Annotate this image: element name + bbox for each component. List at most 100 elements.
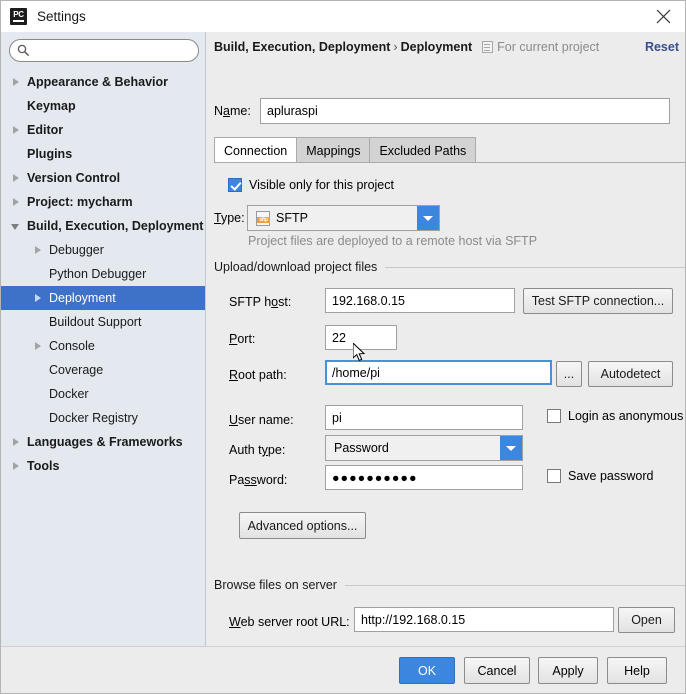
for-current-project-label: For current project	[497, 40, 600, 54]
chevron-down-icon[interactable]	[11, 221, 22, 232]
user-name-input[interactable]	[325, 405, 523, 430]
root-path-input[interactable]	[325, 360, 552, 385]
user-name-label: User name:	[229, 413, 294, 427]
reset-link[interactable]: Reset	[645, 40, 679, 54]
sidebar-item-editor[interactable]: Editor	[1, 118, 205, 142]
autodetect-button[interactable]: Autodetect	[588, 361, 673, 387]
settings-content: Build, Execution, Deployment › Deployment …	[207, 32, 685, 646]
web-server-root-url-input[interactable]	[354, 607, 614, 632]
visible-only-checkbox[interactable]: Visible only for this project	[221, 178, 394, 192]
port-label: Port:	[229, 332, 256, 346]
breadcrumb-bar: Build, Execution, Deployment › Deployment …	[207, 32, 685, 62]
sidebar-item-coverage[interactable]: Coverage	[1, 358, 205, 382]
cancel-button[interactable]: Cancel	[464, 657, 530, 684]
login-anonymous-checkbox[interactable]: Login as anonymous	[540, 409, 683, 423]
tab-excluded-paths[interactable]: Excluded Paths	[369, 137, 477, 163]
chevron-right-icon[interactable]	[33, 341, 44, 352]
sidebar-item-keymap[interactable]: Keymap	[1, 94, 205, 118]
chevron-right-icon[interactable]	[33, 293, 44, 304]
chevron-right-icon[interactable]	[11, 125, 22, 136]
auth-type-label: Auth type:	[229, 443, 286, 457]
search-box	[9, 39, 199, 62]
sidebar-item-python-debugger[interactable]: Python Debugger	[1, 262, 205, 286]
sidebar-item-tools[interactable]: Tools	[1, 454, 205, 478]
sidebar-item-languages-frameworks[interactable]: Languages & Frameworks	[1, 430, 205, 454]
sidebar-item-build-execution-deployment[interactable]: Build, Execution, Deployment	[1, 214, 205, 238]
checkbox-box	[547, 409, 561, 423]
auth-type-dropdown[interactable]: Password	[325, 435, 523, 461]
tab-underline	[214, 162, 685, 163]
upload-group-header: Upload/download project files	[214, 260, 685, 274]
name-row: Name:	[214, 98, 670, 124]
sidebar-item-label: Python Debugger	[49, 267, 147, 281]
search-input[interactable]	[9, 39, 199, 62]
password-input[interactable]	[325, 465, 523, 490]
dialog-footer: OK Cancel Apply Help	[1, 646, 685, 693]
name-input[interactable]	[260, 98, 670, 124]
chevron-right-icon[interactable]	[11, 173, 22, 184]
settings-dialog: PC Settings Appearance & Behavior Keymap E…	[0, 0, 686, 694]
type-label: Type:	[214, 211, 245, 225]
sidebar-item-plugins[interactable]: Plugins	[1, 142, 205, 166]
sidebar-item-deployment[interactable]: Deployment	[1, 286, 205, 310]
sidebar-item-label: Deployment	[49, 291, 116, 305]
sidebar-item-label: Appearance & Behavior	[27, 75, 169, 89]
save-password-label: Save password	[568, 469, 654, 483]
test-sftp-connection-button[interactable]: Test SFTP connection...	[523, 288, 673, 314]
sidebar-item-label: Editor	[27, 123, 64, 137]
sidebar-item-label: Console	[49, 339, 95, 353]
type-hint: Project files are deployed to a remote h…	[248, 234, 538, 248]
tab-mappings[interactable]: Mappings	[296, 137, 371, 163]
chevron-down-icon[interactable]	[500, 436, 522, 460]
type-dropdown[interactable]: SFTP	[247, 205, 440, 231]
open-button[interactable]: Open	[618, 607, 675, 633]
for-current-project-badge: For current project	[482, 40, 599, 54]
breadcrumb-parent[interactable]: Build, Execution, Deployment	[214, 40, 390, 54]
chevron-right-icon[interactable]	[11, 437, 22, 448]
apply-button[interactable]: Apply	[538, 657, 598, 684]
sidebar-item-project-mycharm[interactable]: Project: mycharm	[1, 190, 205, 214]
chevron-down-icon[interactable]	[417, 206, 439, 230]
breadcrumb: Build, Execution, Deployment › Deployment	[214, 40, 472, 54]
window-title: Settings	[37, 9, 86, 24]
sidebar-item-console[interactable]: Console	[1, 334, 205, 358]
ok-button[interactable]: OK	[399, 657, 455, 684]
password-label: Password:	[229, 473, 288, 487]
sidebar-item-label: Buildout Support	[49, 315, 142, 329]
checkbox-box	[228, 178, 242, 192]
sidebar-item-label: Tools	[27, 459, 60, 473]
sidebar-item-buildout-support[interactable]: Buildout Support	[1, 310, 205, 334]
sidebar-item-appearance-behavior[interactable]: Appearance & Behavior	[1, 70, 205, 94]
sidebar-item-debugger[interactable]: Debugger	[1, 238, 205, 262]
tab-connection[interactable]: Connection	[214, 137, 298, 163]
port-input[interactable]	[325, 325, 397, 350]
type-dropdown-value: SFTP	[276, 211, 308, 225]
chevron-right-icon[interactable]	[11, 77, 22, 88]
sftp-file-icon	[256, 210, 270, 226]
help-button[interactable]: Help	[607, 657, 667, 684]
chevron-right-icon[interactable]	[11, 461, 22, 472]
root-path-browse-button[interactable]: ...	[556, 361, 582, 387]
settings-tree[interactable]: Appearance & Behavior Keymap Editor Plugins…	[1, 70, 205, 646]
browse-group-title: Browse files on server	[214, 578, 337, 592]
type-row: Type: SFTP	[214, 205, 440, 231]
save-password-checkbox[interactable]: Save password	[540, 469, 653, 483]
sidebar-item-docker-registry[interactable]: Docker Registry	[1, 406, 205, 430]
close-icon[interactable]	[641, 1, 685, 32]
chevron-right-icon[interactable]	[11, 197, 22, 208]
browse-group-header: Browse files on server	[214, 578, 685, 592]
sidebar-item-label: Project: mycharm	[27, 195, 133, 209]
sidebar-item-docker[interactable]: Docker	[1, 382, 205, 406]
name-label: Name:	[214, 104, 251, 118]
sidebar-item-version-control[interactable]: Version Control	[1, 166, 205, 190]
sidebar-item-label: Plugins	[27, 147, 73, 161]
chevron-right-icon[interactable]	[33, 245, 44, 256]
checkbox-box	[547, 469, 561, 483]
sftp-host-input[interactable]	[325, 288, 515, 313]
type-dropdown-value-wrap: SFTP	[248, 210, 417, 226]
breadcrumb-separator: ›	[393, 40, 398, 54]
advanced-options-button[interactable]: Advanced options...	[239, 512, 366, 539]
login-anonymous-label: Login as anonymous	[568, 409, 684, 423]
